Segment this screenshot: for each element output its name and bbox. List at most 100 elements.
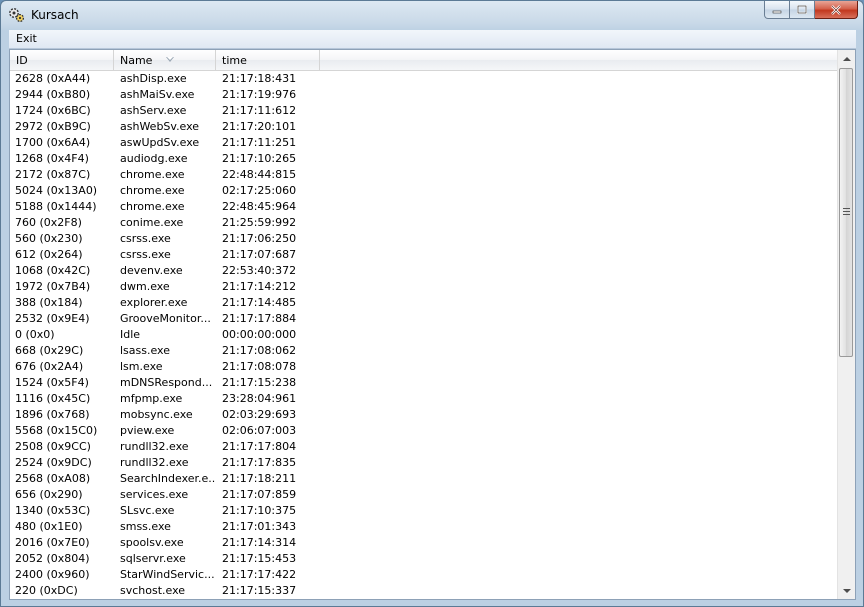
cell-name: pview.exe [120,424,175,437]
cell-time: 21:25:59:992 [222,216,297,229]
table-row[interactable]: 1068 (0x42C) devenv.exe 22:53:40:372 [10,263,839,279]
table-row[interactable]: 2524 (0x9DC) rundll32.exe 21:17:17:835 [10,455,839,471]
cell-id: 2052 (0x804) [15,552,90,565]
arrow-up-icon [842,56,851,61]
cell-time: 21:17:15:238 [222,376,297,389]
column-header-name[interactable]: Name [114,50,216,70]
menu-exit[interactable]: Exit [16,32,37,45]
table-row[interactable]: 220 (0xDC) svchost.exe 21:17:15:337 [10,583,839,599]
cell-name: ashMaiSv.exe [120,88,195,101]
cell-id: 5188 (0x1444) [15,200,97,213]
table-row[interactable]: 2016 (0x7E0) spoolsv.exe 21:17:14:314 [10,535,839,551]
cell-time: 21:17:10:375 [222,504,297,517]
scroll-up-button[interactable] [838,50,855,67]
table-row[interactable]: 2052 (0x804) sqlservr.exe 21:17:15:453 [10,551,839,567]
table-row[interactable]: 1340 (0x53C) SLsvc.exe 21:17:10:375 [10,503,839,519]
cell-name: ashServ.exe [120,104,187,117]
window-bottom-frame [1,600,863,606]
cell-time: 21:17:14:212 [222,280,297,293]
table-row[interactable]: 1972 (0x7B4) dwm.exe 21:17:14:212 [10,279,839,295]
cell-id: 388 (0x184) [15,296,83,309]
column-header-time-label: time [222,54,247,67]
column-header-time[interactable]: time [216,50,320,70]
table-row[interactable]: 2172 (0x87C) chrome.exe 22:48:44:815 [10,167,839,183]
cell-id: 1268 (0x4F4) [15,152,89,165]
cell-time: 22:53:40:372 [222,264,297,277]
column-header-name-label: Name [120,54,153,67]
table-row[interactable]: 2400 (0x960) StarWindServic... 21:17:17:42… [10,567,839,583]
cell-id: 668 (0x29C) [15,344,84,357]
table-row[interactable]: 388 (0x184) explorer.exe 21:17:14:485 [10,295,839,311]
cell-time: 21:17:07:859 [222,488,297,501]
minimize-button[interactable] [764,1,790,19]
menu-bar: Exit [9,30,856,49]
cell-name: ashDisp.exe [120,72,187,85]
cell-name: rundll32.exe [120,440,189,453]
table-row[interactable]: 5024 (0x13A0) chrome.exe 02:17:25:060 [10,183,839,199]
table-row[interactable]: 1524 (0x5F4) mDNSRespond... 21:17:15:238 [10,375,839,391]
column-header-id-label: ID [16,54,28,67]
cell-name: csrss.exe [120,232,171,245]
table-row[interactable]: 2532 (0x9E4) GrooveMonitor... 21:17:17:884 [10,311,839,327]
table-row[interactable]: 1724 (0x6BC) ashServ.exe 21:17:11:612 [10,103,839,119]
cell-name: dwm.exe [120,280,170,293]
cell-time: 21:17:08:062 [222,344,297,357]
cell-time: 02:06:07:003 [222,424,297,437]
table-row[interactable]: 560 (0x230) csrss.exe 21:17:06:250 [10,231,839,247]
cell-id: 1896 (0x768) [15,408,90,421]
cell-time: 21:17:15:337 [222,584,297,597]
cell-id: 1524 (0x5F4) [15,376,89,389]
cell-id: 656 (0x290) [15,488,83,501]
cell-id: 1116 (0x45C) [15,392,91,405]
table-row[interactable]: 2508 (0x9CC) rundll32.exe 21:17:17:804 [10,439,839,455]
cell-name: services.exe [120,488,189,501]
table-row[interactable]: 1700 (0x6A4) aswUpdSv.exe 21:17:11:251 [10,135,839,151]
table-row[interactable]: 676 (0x2A4) lsm.exe 21:17:08:078 [10,359,839,375]
cell-name: lsass.exe [120,344,170,357]
cell-time: 21:17:15:453 [222,552,297,565]
maximize-button[interactable] [790,1,815,19]
table-row[interactable]: 760 (0x2F8) conime.exe 21:25:59:992 [10,215,839,231]
scroll-down-button[interactable] [838,582,855,599]
table-row[interactable]: 612 (0x264) csrss.exe 21:17:07:687 [10,247,839,263]
table-row[interactable]: 2972 (0xB9C) ashWebSv.exe 21:17:20:101 [10,119,839,135]
table-row[interactable]: 0 (0x0) Idle 00:00:00:000 [10,327,839,343]
cell-time: 21:17:18:211 [222,472,297,485]
table-row[interactable]: 1268 (0x4F4) audiodg.exe 21:17:10:265 [10,151,839,167]
table-row[interactable]: 5568 (0x15C0) pview.exe 02:06:07:003 [10,423,839,439]
cell-id: 1340 (0x53C) [15,504,91,517]
cell-time: 21:17:17:884 [222,312,297,325]
cell-name: chrome.exe [120,168,185,181]
table-row[interactable]: 2628 (0xA44) ashDisp.exe 21:17:18:431 [10,71,839,87]
process-list[interactable]: ID Name time 2628 (0xA44) ashDisp.exe 21:1… [9,49,856,600]
cell-name: lsm.exe [120,360,163,373]
scrollbar-thumb[interactable] [839,68,853,357]
cell-name: svchost.exe [120,584,186,597]
table-row[interactable]: 2944 (0xB80) ashMaiSv.exe 21:17:19:976 [10,87,839,103]
title-bar[interactable]: Kursach [1,1,863,29]
cell-name: conime.exe [120,216,184,229]
table-row[interactable]: 656 (0x290) services.exe 21:17:07:859 [10,487,839,503]
cell-name: smss.exe [120,520,171,533]
cell-name: devenv.exe [120,264,183,277]
table-row[interactable]: 1896 (0x768) mobsync.exe 02:03:29:693 [10,407,839,423]
cell-id: 2400 (0x960) [15,568,90,581]
table-row[interactable]: 1116 (0x45C) mfpmp.exe 23:28:04:961 [10,391,839,407]
close-button[interactable] [815,1,858,19]
cell-time: 21:17:07:687 [222,248,297,261]
cell-id: 480 (0x1E0) [15,520,83,533]
cell-id: 2172 (0x87C) [15,168,91,181]
cell-time: 21:17:17:422 [222,568,297,581]
table-row[interactable]: 480 (0x1E0) smss.exe 21:17:01:343 [10,519,839,535]
cell-id: 2944 (0xB80) [15,88,91,101]
table-row[interactable]: 5188 (0x1444) chrome.exe 22:48:45:964 [10,199,839,215]
table-row[interactable]: 2568 (0xA08) SearchIndexer.e... 21:17:18:2… [10,471,839,487]
cell-name: spoolsv.exe [120,536,184,549]
vertical-scrollbar[interactable] [837,50,855,599]
cell-name: explorer.exe [120,296,188,309]
cell-name: chrome.exe [120,200,185,213]
cell-name: SearchIndexer.e... [120,472,215,485]
table-row[interactable]: 668 (0x29C) lsass.exe 21:17:08:062 [10,343,839,359]
sort-descending-icon [166,57,174,62]
column-header-id[interactable]: ID [10,50,114,70]
